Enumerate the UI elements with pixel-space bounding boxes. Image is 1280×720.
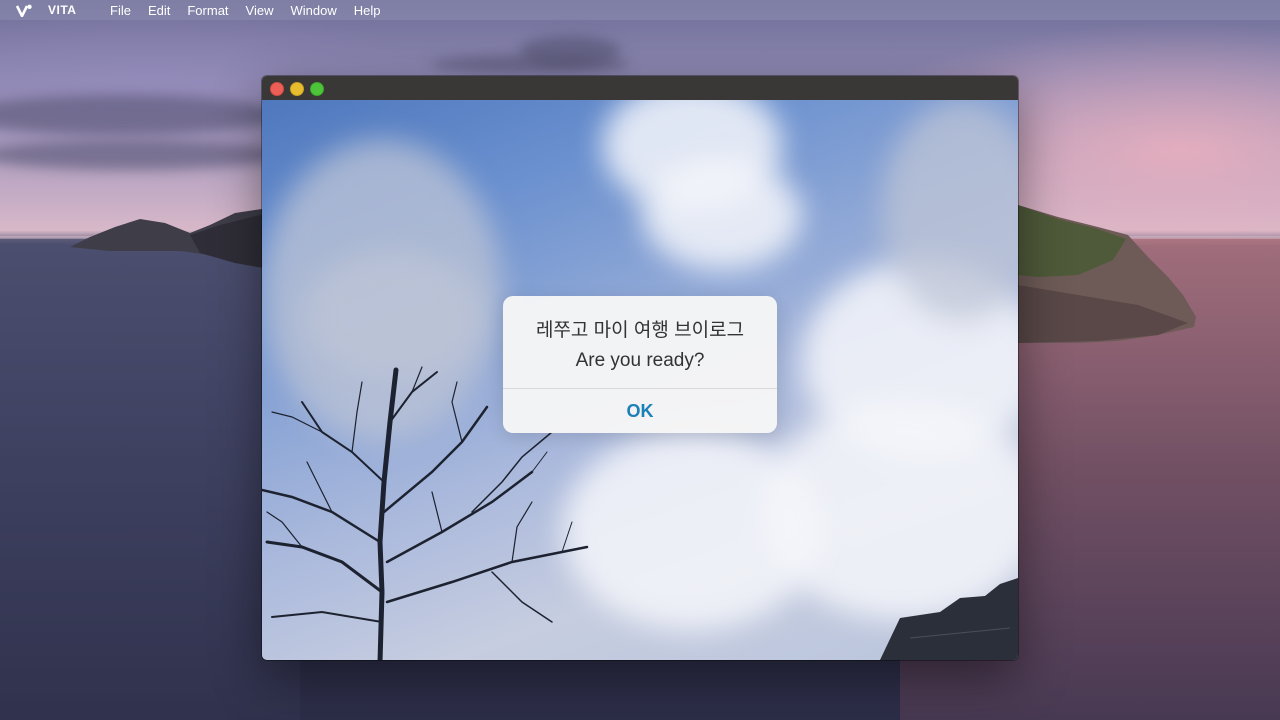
- building-silhouette: [880, 578, 1018, 660]
- menu-file[interactable]: File: [110, 3, 131, 18]
- app-window: 레쭈고 마이 여행 브이로그 Are you ready? OK: [262, 76, 1018, 660]
- video-preview: 레쭈고 마이 여행 브이로그 Are you ready? OK: [262, 100, 1018, 660]
- menu-view[interactable]: View: [246, 3, 274, 18]
- dialog-message: 레쭈고 마이 여행 브이로그 Are you ready?: [503, 316, 777, 376]
- close-window-button[interactable]: [270, 82, 284, 96]
- menu-window[interactable]: Window: [290, 3, 336, 18]
- dialog-title-korean: 레쭈고 마이 여행 브이로그: [535, 320, 745, 341]
- wallpaper-cloud: [430, 55, 630, 73]
- dialog-subtitle: Are you ready?: [575, 350, 705, 371]
- ok-button[interactable]: OK: [503, 389, 777, 433]
- minimize-window-button[interactable]: [290, 82, 304, 96]
- app-name[interactable]: VITA: [48, 3, 110, 17]
- wallpaper-island-right: [1018, 205, 1196, 343]
- wallpaper-sea: [0, 238, 300, 720]
- sky-cloud: [302, 250, 482, 380]
- wallpaper-island-left: [70, 209, 270, 269]
- vita-logo-icon[interactable]: [16, 3, 32, 17]
- sky-cloud: [562, 430, 822, 630]
- menu-help[interactable]: Help: [354, 3, 381, 18]
- menu-format[interactable]: Format: [187, 3, 228, 18]
- desktop-wallpaper: VITA File Edit Format View Window Help 레…: [0, 0, 1280, 720]
- sky-cloud: [642, 160, 802, 270]
- menu-edit[interactable]: Edit: [148, 3, 170, 18]
- menu-bar: VITA File Edit Format View Window Help: [0, 0, 1280, 20]
- window-titlebar[interactable]: [262, 76, 1018, 101]
- zoom-window-button[interactable]: [310, 82, 324, 96]
- alert-dialog: 레쭈고 마이 여행 브이로그 Are you ready? OK: [503, 296, 777, 433]
